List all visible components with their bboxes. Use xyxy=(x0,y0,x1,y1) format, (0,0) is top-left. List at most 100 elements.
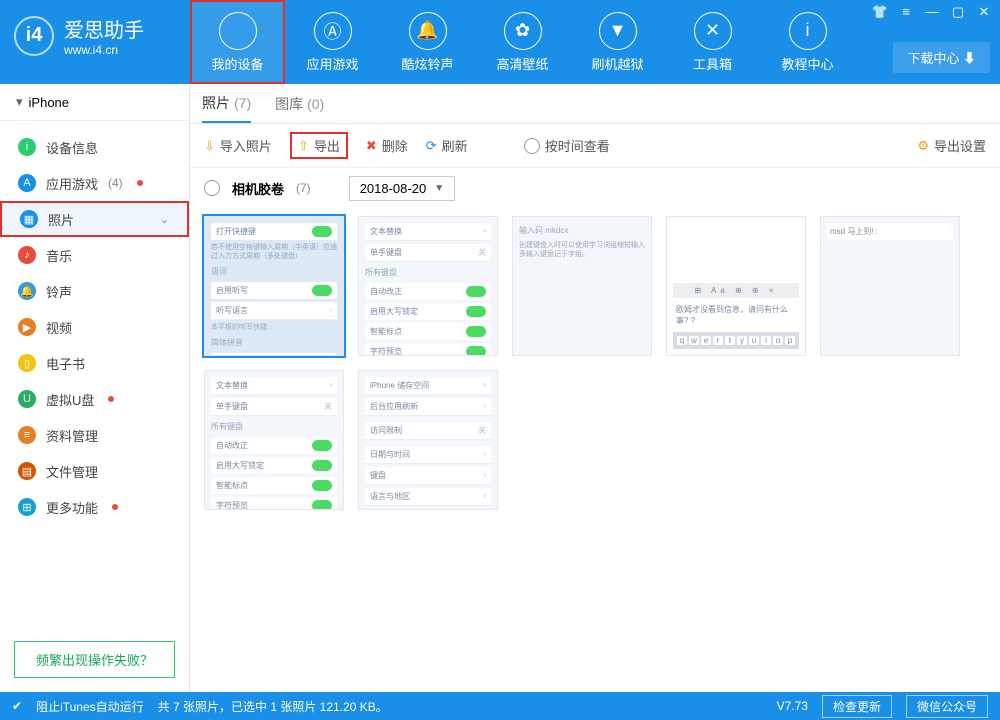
logo-icon: i4 xyxy=(14,16,54,56)
nav-item-1[interactable]: Ⓐ 应用游戏 xyxy=(285,0,380,84)
nav-item-3[interactable]: ✿ 高清壁纸 xyxy=(475,0,570,84)
status-bar: ✔ 阻止iTunes自动运行 共 7 张照片，已选中 1 张照片 121.20 … xyxy=(0,692,1000,720)
itunes-toggle[interactable]: 阻止iTunes自动运行 xyxy=(36,698,144,715)
sidebar-item-5[interactable]: ▶ 视频 xyxy=(0,309,189,345)
nav-item-0[interactable]: 我的设备 xyxy=(190,0,285,84)
album-count: (7) xyxy=(296,181,311,195)
brand-site: www.i4.cn xyxy=(64,43,144,57)
badge-dot xyxy=(112,504,118,510)
menu-icon[interactable]: ≡ xyxy=(896,4,916,20)
nav-label: 工具箱 xyxy=(693,54,732,73)
minimize-icon[interactable]: — xyxy=(922,4,942,20)
delete-button[interactable]: ✖删除 xyxy=(366,136,408,155)
tab-0[interactable]: 照片 (7) xyxy=(202,84,251,123)
sidebar-icon: ♪ xyxy=(18,246,36,264)
photo-thumb[interactable]: iPhone 储存空间›后台应用刷新›访问限制关日期与时间›键盘›语言与地区›词… xyxy=(358,370,498,510)
view-by-time-radio[interactable]: 按时间查看 xyxy=(524,136,610,155)
photo-thumb[interactable]: ⊞ Aa ⊕ ⊕ ×欧姆才没看到信息，请问有什么事? ?qwertyuiop xyxy=(666,216,806,356)
nav-label: 酷炫铃声 xyxy=(401,54,453,73)
chevron-down-icon: ⌄ xyxy=(160,213,169,226)
sidebar-icon: ▯ xyxy=(18,354,36,372)
sidebar-item-8[interactable]: ≡ 资料管理 xyxy=(0,417,189,453)
close-icon[interactable]: ✕ xyxy=(974,4,994,20)
sidebar-icon: ▤ xyxy=(18,462,36,480)
status-summary: 共 7 张照片，已选中 1 张照片 121.20 KB。 xyxy=(158,698,388,715)
nav-label: 教程中心 xyxy=(781,54,833,73)
tab-1[interactable]: 图库 (0) xyxy=(275,84,324,123)
sidebar-item-label: 视频 xyxy=(46,318,72,337)
photo-thumb[interactable]: 输入码 mkdcx创建键盘入时可以使用学习词组缩短输入多输入键盘记于字组。 xyxy=(512,216,652,356)
nav-icon xyxy=(219,12,257,50)
badge-dot xyxy=(108,396,114,402)
date-dropdown[interactable]: 2018-08-20 ▼ xyxy=(349,176,455,201)
nav-item-2[interactable]: 🔔 酷炫铃声 xyxy=(380,0,475,84)
refresh-button[interactable]: ⟳刷新 xyxy=(426,136,468,155)
nav-item-6[interactable]: i 教程中心 xyxy=(760,0,855,84)
chevron-down-icon: ▼ xyxy=(434,183,444,194)
photo-thumb[interactable]: 打开快捷键若不使用空格键输入周期（中英语）应通过入力方式周期（多处键盘）语词启用… xyxy=(204,216,344,356)
export-button[interactable]: ⇧导出 xyxy=(290,132,348,159)
sidebar-icon: ▶ xyxy=(18,318,36,336)
sidebar-item-10[interactable]: ⊞更多功能 xyxy=(0,489,189,525)
photo-thumb[interactable]: msd 马上到! : xyxy=(820,216,960,356)
sidebar-item-1[interactable]: A应用游戏(4) xyxy=(0,165,189,201)
chevron-down-icon: ▾ xyxy=(16,94,23,110)
sidebar-item-label: 设备信息 xyxy=(46,138,98,157)
photo-grid: 打开快捷键若不使用空格键输入周期（中英语）应通过入力方式周期（多处键盘）语词启用… xyxy=(190,208,1000,692)
sidebar-item-label: 电子书 xyxy=(46,354,85,373)
check-icon: ✔ xyxy=(12,699,22,713)
filter-row: 相机胶卷 (7) 2018-08-20 ▼ xyxy=(190,168,1000,208)
date-value: 2018-08-20 xyxy=(360,181,427,196)
sidebar-icon: U xyxy=(18,390,36,408)
sidebar-item-3[interactable]: ♪ 音乐 xyxy=(0,237,189,273)
sidebar-item-0[interactable]: i设备信息 xyxy=(0,129,189,165)
device-selector[interactable]: ▾ iPhone xyxy=(0,84,189,121)
sidebar-item-label: 资料管理 xyxy=(46,426,98,445)
nav-label: 应用游戏 xyxy=(306,54,358,73)
sidebar-item-label: 铃声 xyxy=(46,282,72,301)
photo-thumb[interactable]: 文本替换›单手键盘关所有键盘自动改正启用大写锁定智能标点字符预览 xyxy=(358,216,498,356)
nav-icon: ✿ xyxy=(504,12,542,50)
brand-name: 爱思助手 xyxy=(64,14,144,43)
sidebar-item-label: 音乐 xyxy=(46,246,72,265)
sidebar-item-label: 应用游戏 xyxy=(46,174,98,193)
sidebar-item-label: 照片 xyxy=(48,210,74,229)
nav-icon: 🔔 xyxy=(409,12,447,50)
version-label: V7.73 xyxy=(777,699,808,713)
sidebar-item-2[interactable]: ▦ 照片 ⌄ xyxy=(0,201,189,237)
sidebar-icon: A xyxy=(18,174,36,192)
nav-item-5[interactable]: ✕ 工具箱 xyxy=(665,0,760,84)
check-update-button[interactable]: 检查更新 xyxy=(822,695,892,718)
sidebar-icon: ≡ xyxy=(18,426,36,444)
import-button[interactable]: ⇩导入照片 xyxy=(204,136,272,155)
nav-label: 我的设备 xyxy=(211,54,263,73)
nav-label: 刷机越狱 xyxy=(591,54,643,73)
wechat-button[interactable]: 微信公众号 xyxy=(906,695,988,718)
photo-thumb[interactable]: 文本替换›单手键盘关所有键盘自动改正启用大写锁定智能标点字符预览 xyxy=(204,370,344,510)
sidebar-icon: ▦ xyxy=(20,210,38,228)
nav-icon: Ⓐ xyxy=(314,12,352,50)
maximize-icon[interactable]: ▢ xyxy=(948,4,968,20)
skin-icon[interactable]: 👕 xyxy=(870,4,890,20)
nav-icon: ✕ xyxy=(694,12,732,50)
nav-label: 高清壁纸 xyxy=(496,54,548,73)
sidebar-item-4[interactable]: 🔔 铃声 xyxy=(0,273,189,309)
toolbar: ⇩导入照片 ⇧导出 ✖删除 ⟳刷新 按时间查看 ⚙导出设置 xyxy=(190,124,1000,168)
top-nav: 我的设备 Ⓐ 应用游戏 🔔 酷炫铃声 ✿ 高清壁纸 ▼刷机越狱 ✕ 工具箱 i 教程中心 xyxy=(190,0,855,84)
app-header: i4 爱思助手 www.i4.cn 我的设备 Ⓐ 应用游戏 🔔 酷炫铃声 ✿ 高清壁纸 ▼刷机… xyxy=(0,0,1000,84)
logo-block: i4 爱思助手 www.i4.cn xyxy=(0,0,190,57)
nav-icon: i xyxy=(789,12,827,50)
sidebar-item-9[interactable]: ▤文件管理 xyxy=(0,453,189,489)
content-tabs: 照片 (7) 图库 (0) xyxy=(190,84,1000,124)
radio-icon xyxy=(524,138,540,154)
export-settings-button[interactable]: ⚙导出设置 xyxy=(917,136,986,155)
sidebar-item-6[interactable]: ▯ 电子书 xyxy=(0,345,189,381)
album-radio-icon[interactable] xyxy=(204,180,220,196)
download-center-button[interactable]: 下载中心 ⬇ xyxy=(893,42,990,73)
sidebar-icon: 🔔 xyxy=(18,282,36,300)
sidebar-item-label: 虚拟U盘 xyxy=(46,390,94,409)
nav-item-4[interactable]: ▼刷机越狱 xyxy=(570,0,665,84)
sidebar-icon: ⊞ xyxy=(18,498,36,516)
help-button[interactable]: 频繁出现操作失败？ xyxy=(14,641,175,678)
sidebar-item-7[interactable]: U 虚拟U盘 xyxy=(0,381,189,417)
